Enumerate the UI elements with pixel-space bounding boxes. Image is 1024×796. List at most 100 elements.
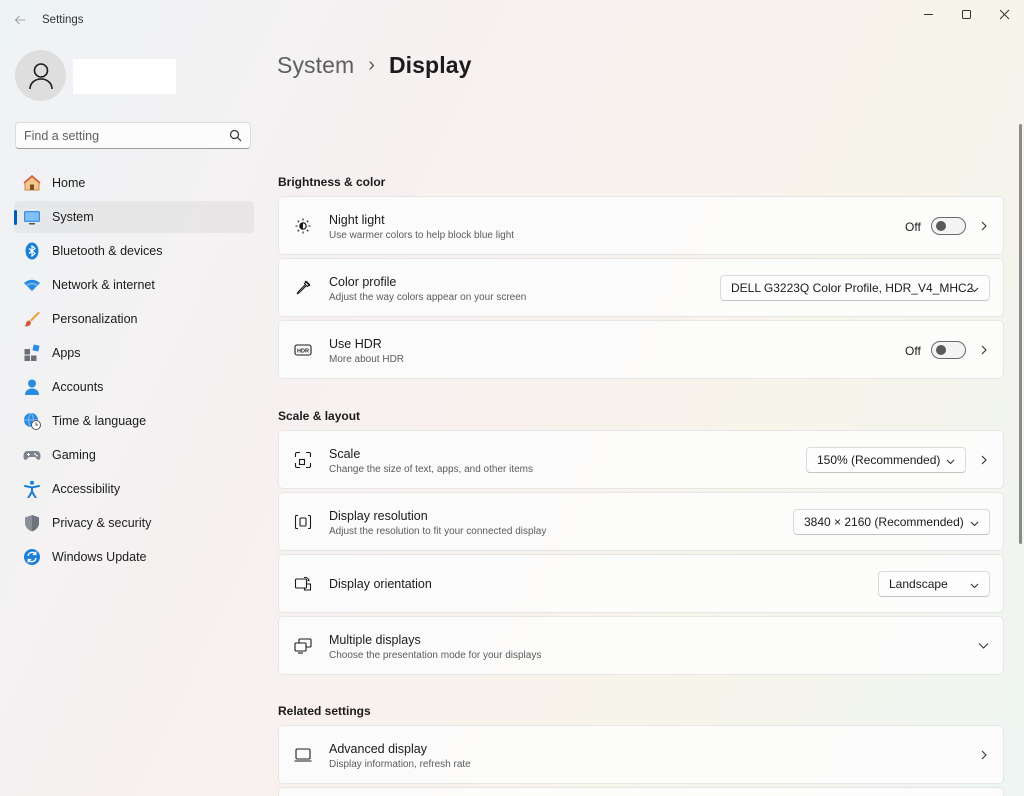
- color-profile-title: Color profile: [329, 275, 397, 289]
- sidebar-item-label: Privacy & security: [52, 516, 152, 530]
- shield-icon: [23, 514, 41, 532]
- multiple-displays-card[interactable]: Multiple displays Choose the presentatio…: [278, 616, 1004, 675]
- advanced-display-card[interactable]: Advanced display Display information, re…: [278, 725, 1004, 784]
- display-orientation-title: Display orientation: [329, 577, 432, 591]
- hdr-toggle[interactable]: [931, 341, 966, 359]
- hdr-state: Off: [905, 344, 921, 358]
- sidebar-item-apps[interactable]: Apps: [14, 337, 254, 369]
- brightness-icon: [294, 217, 312, 235]
- breadcrumb-separator: ›: [368, 53, 375, 76]
- scale-card[interactable]: Scale Change the size of text, apps, and…: [278, 430, 1004, 489]
- sidebar-item-accounts[interactable]: Accounts: [14, 371, 254, 403]
- arrow-left-icon: [14, 15, 25, 25]
- night-light-state: Off: [905, 220, 921, 234]
- sidebar-item-system[interactable]: System: [14, 201, 254, 233]
- night-light-subtitle: Use warmer colors to help block blue lig…: [329, 230, 515, 241]
- color-profile-subtitle: Adjust the way colors appear on your scr…: [329, 292, 527, 303]
- display-resolution-subtitle: Adjust the resolution to fit your connec…: [329, 526, 547, 537]
- night-light-title: Night light: [329, 213, 385, 227]
- hdr-title: Use HDR: [329, 337, 382, 351]
- accounts-icon: [23, 378, 41, 396]
- display-resolution-card: Display resolution Adjust the resolution…: [278, 492, 1004, 551]
- home-icon: [23, 174, 41, 192]
- hdr-card[interactable]: HDR Use HDR More about HDR Off: [278, 320, 1004, 379]
- sidebar-item-label: Apps: [52, 346, 81, 360]
- close-icon: [999, 9, 1009, 19]
- maximize-icon: [961, 9, 971, 19]
- hdr-learn-more-link[interactable]: More about HDR: [329, 354, 404, 365]
- sidebar-item-bluetooth[interactable]: Bluetooth & devices: [14, 235, 254, 267]
- display-orientation-dropdown[interactable]: Landscape: [878, 571, 990, 597]
- toggle-knob: [936, 345, 946, 355]
- page-title: Display: [388, 51, 472, 78]
- chevron-right-icon: [981, 221, 987, 231]
- section-title-scale-layout: Scale & layout: [278, 409, 361, 423]
- scale-icon: [294, 451, 312, 469]
- chevron-right-icon: [981, 455, 987, 465]
- sidebar-item-time-language[interactable]: Time & language: [14, 405, 254, 437]
- section-title-brightness: Brightness & color: [278, 175, 386, 189]
- resolution-icon: [294, 513, 312, 531]
- scale-dropdown[interactable]: 150% (Recommended): [806, 447, 966, 473]
- search-icon: [229, 129, 242, 142]
- display-resolution-dropdown[interactable]: 3840 × 2160 (Recommended): [793, 509, 990, 535]
- color-profile-value: DELL G3223Q Color Profile, HDR_V4_MHC2: [731, 281, 974, 295]
- sidebar-item-network[interactable]: Network & internet: [14, 269, 254, 301]
- chevron-down-icon: [970, 521, 979, 527]
- avatar[interactable]: [15, 50, 66, 101]
- night-light-toggle[interactable]: [931, 217, 966, 235]
- display-resolution-value: 3840 × 2160 (Recommended): [804, 515, 964, 529]
- sidebar-item-label: Time & language: [52, 414, 147, 428]
- scale-subtitle: Change the size of text, apps, and other…: [329, 464, 534, 475]
- wifi-icon: [23, 276, 41, 294]
- chevron-down-icon: [970, 583, 979, 589]
- hdr-icon: HDR: [294, 341, 312, 359]
- scale-value: 150% (Recommended): [817, 453, 941, 467]
- advanced-display-subtitle: Display information, refresh rate: [329, 759, 471, 770]
- sidebar-item-label: System: [52, 210, 94, 224]
- update-icon: [23, 548, 41, 566]
- next-related-card[interactable]: [278, 787, 1004, 796]
- sidebar-item-label: Windows Update: [52, 550, 147, 564]
- color-profile-dropdown[interactable]: DELL G3223Q Color Profile, HDR_V4_MHC2: [720, 275, 990, 301]
- scrollbar-thumb[interactable]: [1019, 124, 1022, 544]
- user-icon: [28, 62, 53, 89]
- sidebar-item-label: Accounts: [52, 380, 104, 394]
- brush-icon: [23, 310, 41, 328]
- title-bar: Settings: [0, 0, 1024, 40]
- bluetooth-icon: [23, 242, 41, 260]
- display-orientation-value: Landscape: [889, 577, 948, 591]
- orientation-icon: [294, 575, 312, 593]
- advanced-display-title: Advanced display: [329, 742, 427, 756]
- back-button[interactable]: [10, 10, 30, 30]
- chevron-down-icon[interactable]: [978, 640, 989, 651]
- sidebar-item-privacy[interactable]: Privacy & security: [14, 507, 254, 539]
- toggle-knob: [936, 221, 946, 231]
- gamepad-icon: [23, 446, 41, 464]
- chevron-right-icon: [981, 345, 987, 355]
- app-title: Settings: [42, 14, 84, 26]
- chevron-right-icon: [981, 750, 987, 760]
- display-resolution-title: Display resolution: [329, 509, 428, 523]
- sidebar-item-label: Accessibility: [52, 482, 121, 496]
- sidebar-item-label: Personalization: [52, 312, 138, 326]
- sidebar-item-personalization[interactable]: Personalization: [14, 303, 254, 335]
- search-input[interactable]: [16, 123, 216, 148]
- sidebar-nav: Home System Bluetooth & devices Network …: [14, 167, 254, 575]
- minimize-button[interactable]: [910, 0, 946, 28]
- sidebar-item-gaming[interactable]: Gaming: [14, 439, 254, 471]
- sidebar-item-home[interactable]: Home: [14, 167, 254, 199]
- night-light-card[interactable]: Night light Use warmer colors to help bl…: [278, 196, 1004, 255]
- chevron-down-icon: [946, 459, 955, 465]
- sidebar-item-label: Gaming: [52, 448, 96, 462]
- search-box[interactable]: [15, 122, 251, 149]
- sidebar-item-windows-update[interactable]: Windows Update: [14, 541, 254, 573]
- sidebar-item-accessibility[interactable]: Accessibility: [14, 473, 254, 505]
- apps-icon: [23, 344, 41, 362]
- breadcrumb-parent[interactable]: System: [277, 52, 354, 79]
- close-button[interactable]: [986, 0, 1022, 28]
- scale-title: Scale: [329, 447, 361, 461]
- maximize-button[interactable]: [948, 0, 984, 28]
- eyedropper-icon: [294, 279, 312, 297]
- sidebar-item-label: Bluetooth & devices: [52, 244, 163, 258]
